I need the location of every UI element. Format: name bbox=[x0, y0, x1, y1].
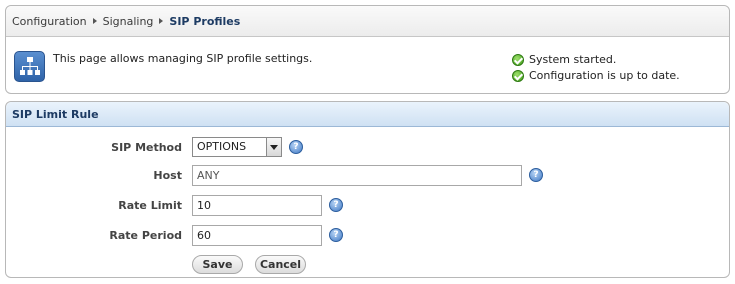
chevron-down-icon[interactable] bbox=[266, 138, 281, 156]
rate-period-row: Rate Period 60 ? bbox=[6, 225, 729, 247]
check-circle-icon bbox=[512, 69, 524, 82]
breadcrumb-signaling[interactable]: Signaling bbox=[103, 15, 154, 28]
rate-limit-input[interactable]: 10 bbox=[192, 195, 322, 216]
host-row: Host ANY ? bbox=[6, 165, 729, 187]
breadcrumb-configuration[interactable]: Configuration bbox=[12, 15, 87, 28]
help-icon[interactable]: ? bbox=[329, 198, 343, 212]
status-item: Configuration is up to date. bbox=[512, 68, 680, 83]
help-icon[interactable]: ? bbox=[529, 168, 543, 182]
sip-method-row: SIP Method OPTIONS ? bbox=[6, 137, 729, 159]
rate-limit-label: Rate Limit bbox=[118, 199, 182, 212]
rate-limit-row: Rate Limit 10 ? bbox=[6, 195, 729, 217]
page-title: SIP Profiles bbox=[169, 14, 241, 28]
status-item: System started. bbox=[512, 52, 680, 67]
status-list: System started. Configuration is up to d… bbox=[512, 52, 680, 84]
page-description: This page allows managing SIP profile se… bbox=[53, 52, 313, 65]
save-button[interactable]: Save bbox=[192, 255, 243, 274]
breadcrumb: Configuration Signaling SIP Profiles bbox=[6, 6, 729, 37]
page-info: This page allows managing SIP profile se… bbox=[6, 37, 729, 94]
rate-period-label: Rate Period bbox=[109, 229, 182, 242]
cancel-button[interactable]: Cancel bbox=[255, 255, 306, 274]
status-configuration: Configuration is up to date. bbox=[529, 69, 680, 82]
rate-period-input[interactable]: 60 bbox=[192, 225, 322, 246]
sip-method-select[interactable]: OPTIONS bbox=[192, 137, 282, 157]
form-body: SIP Method OPTIONS ? Host ANY ? Rate Lim… bbox=[6, 128, 729, 277]
breadcrumb-separator-icon bbox=[159, 18, 164, 24]
breadcrumb-separator-icon bbox=[92, 18, 97, 24]
check-circle-icon bbox=[512, 53, 524, 66]
host-input[interactable]: ANY bbox=[192, 165, 522, 186]
status-system: System started. bbox=[529, 53, 617, 66]
form-header: SIP Limit Rule bbox=[6, 102, 729, 127]
sip-method-value: OPTIONS bbox=[197, 140, 247, 153]
sip-method-label: SIP Method bbox=[111, 141, 182, 154]
form-title: SIP Limit Rule bbox=[12, 107, 99, 121]
sip-limit-rule-panel: SIP Limit Rule SIP Method OPTIONS ? Host… bbox=[5, 101, 730, 278]
page-header-panel: Configuration Signaling SIP Profiles Thi… bbox=[5, 5, 730, 94]
host-label: Host bbox=[153, 169, 182, 182]
help-icon[interactable]: ? bbox=[289, 140, 303, 154]
network-hierarchy-icon bbox=[14, 51, 45, 82]
help-icon[interactable]: ? bbox=[329, 228, 343, 242]
form-actions: Save Cancel bbox=[6, 255, 729, 277]
